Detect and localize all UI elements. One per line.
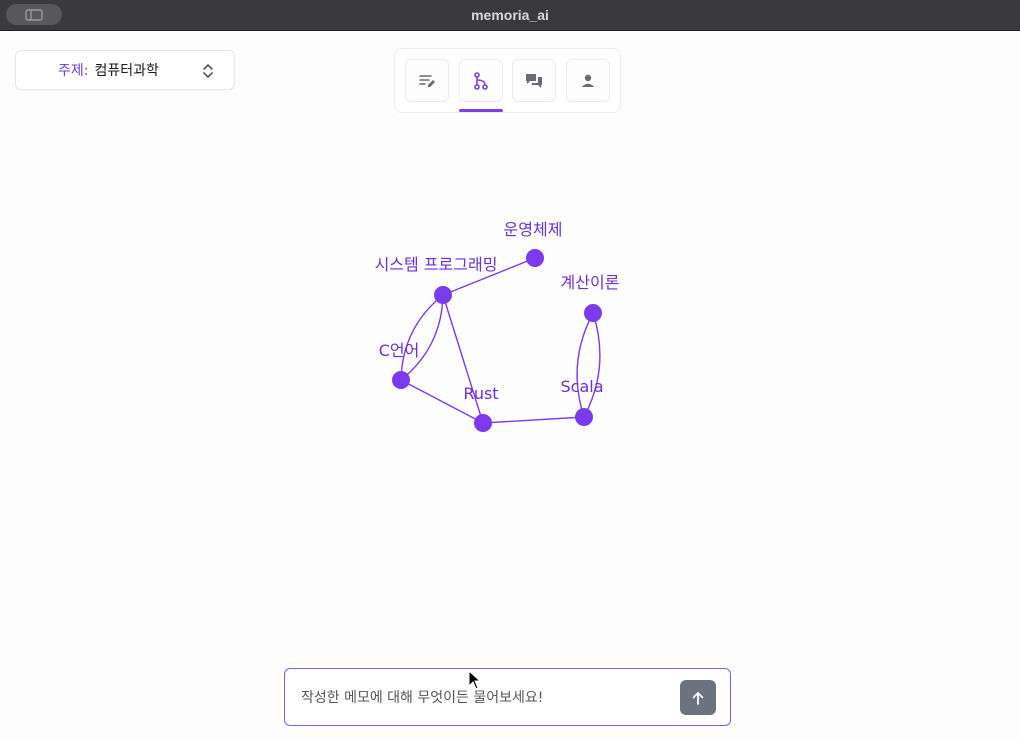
graph-node-os[interactable] bbox=[526, 249, 544, 267]
graph-edge-sysprog-rust bbox=[442, 294, 484, 424]
knowledge-graph[interactable]: 운영체제시스템 프로그래밍계산이론 C언어 Rust Scala bbox=[0, 0, 1020, 740]
graph-node-label-c: C언어 bbox=[379, 341, 420, 360]
graph-node-sysprog[interactable] bbox=[434, 286, 452, 304]
chat-box bbox=[284, 668, 731, 727]
graph-edge-sysprog-c bbox=[400, 294, 444, 381]
graph-edge-c-sysprog bbox=[400, 294, 444, 381]
chat-input[interactable] bbox=[299, 669, 673, 727]
graph-node-label-rust: Rust bbox=[463, 384, 498, 403]
graph-node-scala[interactable] bbox=[575, 408, 593, 426]
send-button[interactable] bbox=[680, 680, 716, 715]
graph-node-label-scala: Scala bbox=[560, 377, 603, 396]
arrow-up-icon bbox=[692, 691, 704, 705]
graph-node-theory[interactable] bbox=[584, 304, 602, 322]
graph-node-label-os: 운영체제 bbox=[504, 220, 563, 239]
graph-edge-rust-scala bbox=[482, 416, 585, 424]
graph-node-label-theory: 계산이론 bbox=[561, 273, 620, 292]
graph-node-c[interactable] bbox=[392, 371, 410, 389]
graph-node-label-sysprog: 시스템 프로그래밍 bbox=[375, 255, 498, 274]
graph-node-rust[interactable] bbox=[474, 414, 492, 432]
mouse-cursor-icon bbox=[468, 670, 482, 690]
